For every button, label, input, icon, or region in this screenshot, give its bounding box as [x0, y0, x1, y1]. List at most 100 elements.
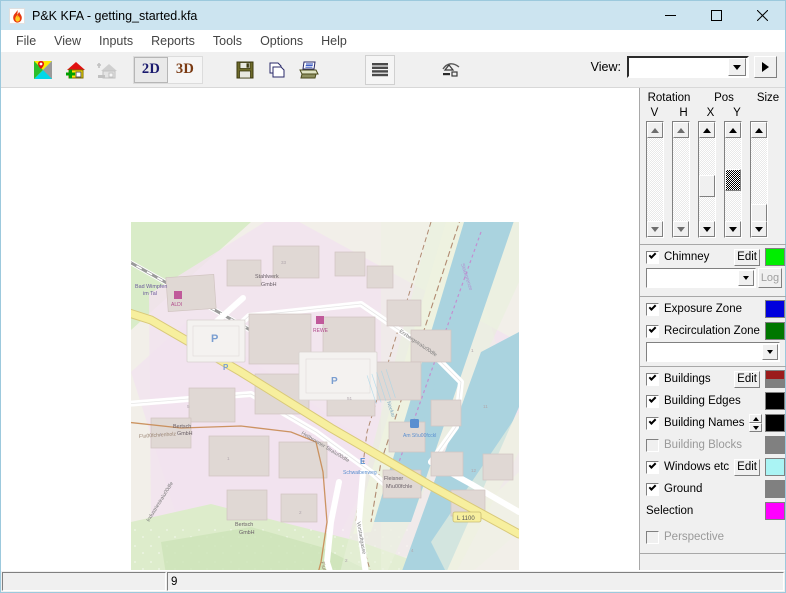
copy-icon[interactable] [262, 55, 292, 85]
svg-text:1: 1 [471, 348, 474, 353]
building-names-size-up[interactable] [749, 414, 762, 423]
building-names-color-swatch[interactable] [765, 414, 785, 432]
pos-y-up-button[interactable] [725, 122, 741, 138]
pos-x-up-button[interactable] [699, 122, 715, 138]
size-down-button[interactable] [751, 221, 767, 237]
menu-inputs[interactable]: Inputs [90, 31, 142, 51]
building-edges-color-swatch[interactable] [765, 392, 785, 410]
ground-checkbox[interactable] [646, 482, 659, 496]
add-building-icon[interactable] [60, 55, 90, 85]
svg-text:P: P [331, 376, 338, 387]
play-button[interactable] [754, 56, 777, 78]
maximize-button[interactable] [693, 1, 739, 30]
svg-text:1: 1 [227, 456, 230, 461]
svg-text:GmbH: GmbH [261, 282, 277, 288]
status-pane-right: 9 [167, 572, 784, 591]
building-blocks-row: Building Blocks [646, 436, 786, 454]
svg-text:4: 4 [411, 548, 414, 553]
buildings-color-swatch[interactable] [765, 370, 785, 388]
ground-color-swatch[interactable] [765, 480, 785, 498]
menu-tools[interactable]: Tools [204, 31, 251, 51]
chevron-down-icon[interactable] [762, 344, 778, 360]
pos-y-down-button[interactable] [725, 221, 741, 237]
svg-text:4: 4 [159, 432, 162, 437]
size-slider[interactable] [750, 121, 768, 238]
view-combo[interactable] [627, 56, 749, 78]
building-names-size-stepper[interactable] [749, 414, 762, 432]
map-view[interactable]: Bad Wimpfen im Tal Stahlwerk GmbH Bertsc… [131, 222, 519, 570]
building-names-label: Building Names [664, 417, 745, 429]
perspective-checkbox [646, 530, 659, 544]
svg-text:M\u00fchle: M\u00fchle [386, 484, 412, 490]
buildings-checkbox[interactable] [646, 372, 659, 386]
perspective-row: Perspective [646, 528, 786, 546]
menu-reports[interactable]: Reports [142, 31, 204, 51]
rotation-v-up-button[interactable] [647, 122, 663, 138]
chevron-down-icon[interactable] [738, 270, 754, 286]
mode-2d-button[interactable]: 2D [134, 56, 168, 83]
menu-help[interactable]: Help [312, 31, 356, 51]
drawing-canvas[interactable]: Bad Wimpfen im Tal Stahlwerk GmbH Bertsc… [1, 88, 639, 570]
close-button[interactable] [739, 1, 785, 30]
header-rotation: Rotation [647, 92, 691, 104]
selection-label: Selection [646, 505, 694, 517]
ground-row: Ground [646, 480, 786, 498]
menu-options[interactable]: Options [251, 31, 312, 51]
map-view-icon[interactable] [28, 55, 58, 85]
building-names-size-down[interactable] [749, 423, 762, 432]
chimney-combo[interactable] [646, 268, 756, 288]
list-view-icon[interactable] [365, 54, 395, 85]
svg-text:12: 12 [471, 468, 477, 473]
application-window: P&K KFA - getting_started.kfa File View … [0, 0, 786, 593]
minimize-button[interactable] [647, 1, 693, 30]
windows-etc-color-swatch[interactable] [765, 458, 785, 476]
save-icon[interactable] [230, 55, 260, 85]
view-mode-group: 2D 3D [133, 55, 203, 84]
buildings-label: Buildings [664, 373, 711, 385]
chevron-down-icon[interactable] [728, 58, 746, 76]
windows-etc-edit-button[interactable]: Edit [734, 458, 760, 476]
terrain-icon[interactable] [436, 55, 466, 85]
rotation-h-up-button[interactable] [673, 122, 689, 138]
svg-text:2: 2 [299, 510, 302, 515]
pos-x-down-button[interactable] [699, 221, 715, 237]
chimney-checkbox[interactable] [646, 250, 659, 264]
header-pos: Pos [714, 92, 734, 104]
recirculation-zone-color-swatch[interactable] [765, 322, 785, 340]
size-up-button[interactable] [751, 122, 767, 138]
windows-etc-checkbox[interactable] [646, 460, 659, 474]
chimney-color-swatch[interactable] [765, 248, 785, 266]
recirculation-zone-checkbox[interactable] [646, 324, 659, 338]
chimney-edit-button[interactable]: Edit [734, 248, 760, 266]
zone-combo[interactable] [646, 342, 780, 362]
building-edges-checkbox[interactable] [646, 394, 659, 408]
svg-text:ALDI: ALDI [171, 302, 182, 308]
properties-panel: Rotation Pos Size V H X Y Chimney Edit L… [639, 88, 786, 570]
rotation-v-slider[interactable] [646, 121, 664, 238]
rotation-v-down-button[interactable] [647, 221, 663, 237]
pos-y-thumb[interactable] [725, 169, 741, 191]
svg-text:Bad Wimpfen: Bad Wimpfen [135, 284, 167, 290]
menu-file[interactable]: File [7, 31, 45, 51]
svg-text:E: E [360, 457, 366, 466]
header-size: Size [756, 92, 780, 104]
menu-view[interactable]: View [45, 31, 90, 51]
rotation-h-down-button[interactable] [673, 221, 689, 237]
mode-3d-button[interactable]: 3D [168, 57, 202, 83]
exposure-zone-color-swatch[interactable] [765, 300, 785, 318]
exposure-zone-checkbox[interactable] [646, 302, 659, 316]
title-bar: P&K KFA - getting_started.kfa [1, 1, 785, 30]
buildings-edit-button[interactable]: Edit [734, 370, 760, 388]
pos-x-thumb[interactable] [699, 175, 715, 197]
pos-x-slider[interactable] [698, 121, 716, 238]
window-controls [647, 1, 785, 30]
flame-icon [9, 7, 25, 24]
main-body: Bad Wimpfen im Tal Stahlwerk GmbH Bertsc… [1, 88, 786, 570]
selection-color-swatch[interactable] [765, 502, 785, 520]
add-stack-icon[interactable] [92, 55, 122, 85]
transform-sliders [646, 121, 768, 238]
pos-y-slider[interactable] [724, 121, 742, 238]
building-names-checkbox[interactable] [646, 416, 659, 430]
rotation-h-slider[interactable] [672, 121, 690, 238]
print-icon[interactable] [294, 55, 324, 85]
